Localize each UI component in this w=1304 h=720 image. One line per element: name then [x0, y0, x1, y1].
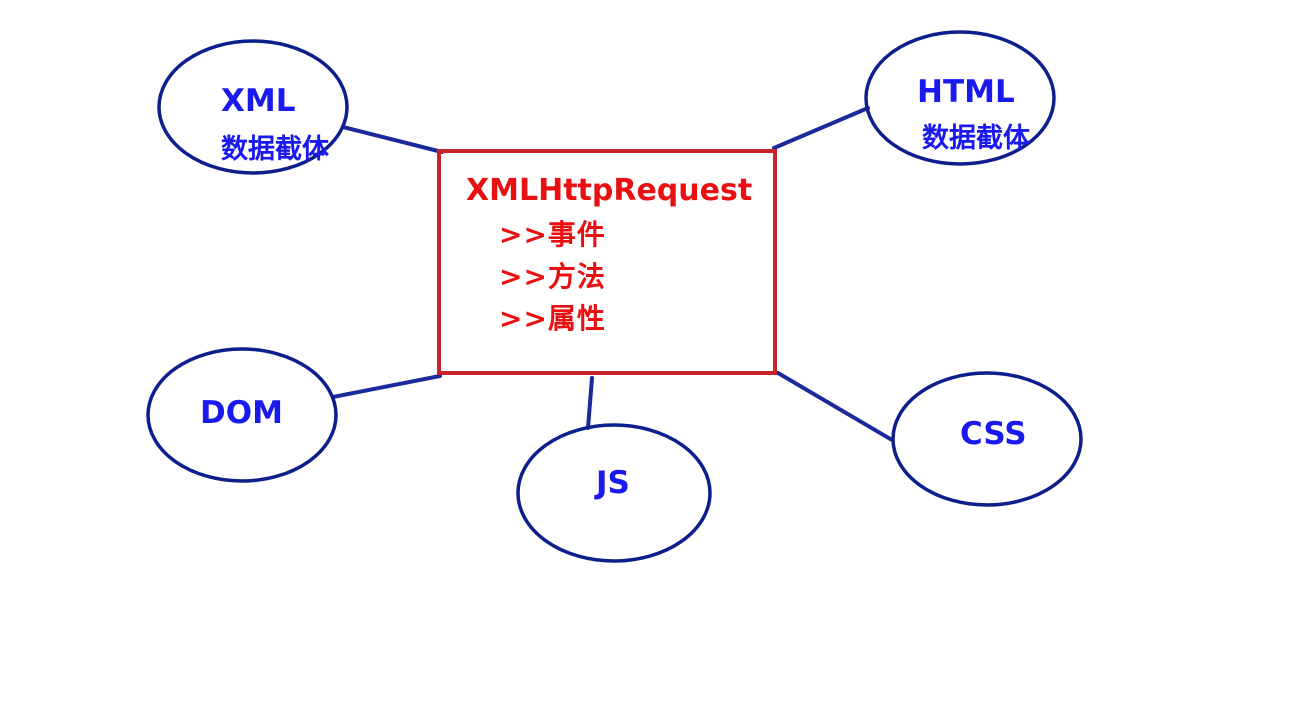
node-xml-sublabel: 数据截体 [221, 134, 329, 165]
xhr-title: XMLHttpRequest [466, 173, 753, 208]
connector-js [586, 376, 594, 430]
node-js-label: JS [596, 465, 630, 501]
connector-xml [341, 125, 444, 154]
connector-css [776, 371, 894, 442]
xhr-item-properties: >>属性 [499, 302, 606, 335]
node-html-sublabel: 数据截体 [922, 123, 1030, 154]
node-dom-label: DOM [200, 395, 283, 431]
node-xml-label: XML [221, 83, 296, 119]
connector-html [772, 106, 870, 150]
xhr-item-events: >>事件 [499, 218, 606, 251]
connector-dom [331, 374, 442, 399]
node-html-label: HTML [917, 74, 1015, 110]
node-css-label: CSS [960, 416, 1027, 452]
diagram-shapes [146, 30, 1083, 563]
xhr-item-methods: >>方法 [499, 260, 606, 293]
diagram-canvas: XML 数据截体 HTML 数据截体 DOM JS CSS XMLHttpReq… [0, 0, 1304, 720]
